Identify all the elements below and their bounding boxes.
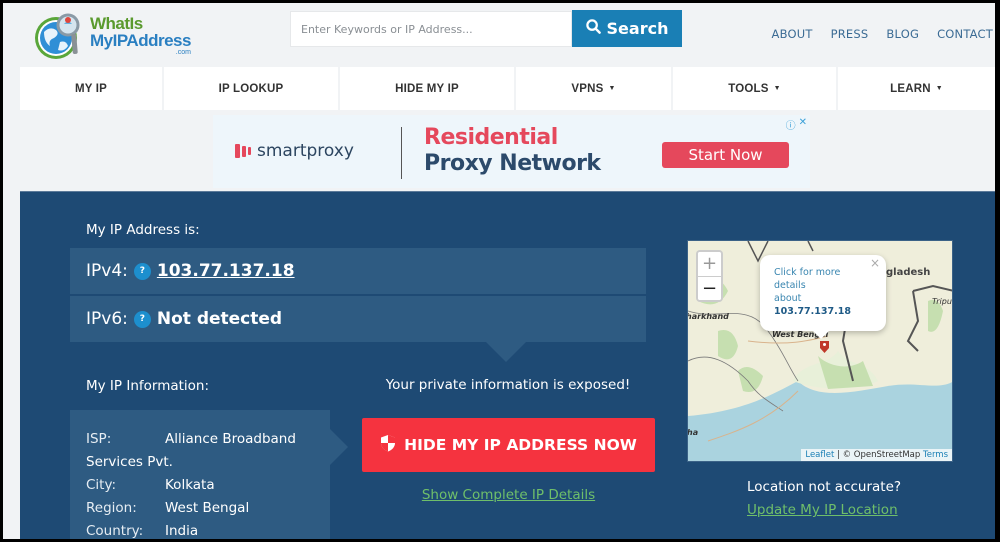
nav-ip-lookup[interactable]: IP LOOKUP	[164, 67, 338, 110]
top-links: ABOUT PRESS BLOG CONTACT	[772, 27, 993, 41]
info-key: Region:	[86, 500, 137, 516]
help-icon[interactable]: ?	[133, 262, 151, 280]
map-zoom-out-button[interactable]: −	[698, 276, 721, 300]
popup-line1: Click for more	[774, 267, 841, 278]
caret-down-icon: ▼	[773, 85, 781, 92]
map-label-bangladesh: gladesh	[886, 267, 930, 278]
logo-line2: MyIPAddress	[90, 30, 191, 50]
terms-link[interactable]: Terms	[923, 450, 948, 460]
ip-info-box: ISP: Alliance Broadband Services Pvt. Cit…	[70, 410, 330, 539]
nav-label: LEARN	[890, 82, 931, 95]
nav-tools[interactable]: TOOLS ▼	[673, 67, 836, 110]
smartproxy-logo-icon	[235, 144, 251, 158]
nav-hide-my-ip[interactable]: HIDE MY IP	[340, 67, 514, 110]
link-blog[interactable]: BLOG	[886, 27, 919, 41]
attribution-separator: | ©	[834, 450, 854, 460]
link-press[interactable]: PRESS	[831, 27, 869, 41]
map-zoom-control: + −	[696, 250, 723, 302]
info-key: ISP:	[86, 431, 112, 447]
location-question: Location not accurate?	[747, 479, 902, 495]
info-value: India	[165, 523, 199, 539]
nav-my-ip[interactable]: MY IP	[20, 67, 162, 110]
ad-close-icon[interactable]: ✕	[799, 117, 807, 132]
ad-headline-2: Proxy Network	[424, 151, 601, 176]
help-icon[interactable]: ?	[133, 310, 151, 328]
popup-line2: details	[774, 280, 806, 291]
site-logo[interactable]: WhatIs MyIPAddress .com	[32, 6, 212, 64]
ad-info-icon[interactable]: ⓘ	[786, 117, 796, 132]
search-button-label: Search	[606, 19, 669, 38]
info-row-isp: ISP: Alliance Broadband Services Pvt.	[86, 428, 314, 474]
ad-divider	[401, 127, 402, 179]
shield-icon	[380, 434, 396, 456]
map-zoom-in-button[interactable]: +	[698, 252, 721, 276]
ad-headline-1: Residential	[424, 125, 558, 150]
ipv4-label: IPv4:	[86, 261, 128, 281]
ip-panel: My IP Address is: IPv4: ? 103.77.137.18 …	[20, 191, 995, 539]
map-attribution: Leaflet | © OpenStreetMap Terms	[801, 449, 952, 461]
map-label-jharkhand: harkhand	[688, 312, 729, 321]
info-row-country: Country: India	[86, 520, 314, 539]
ipv6-value: Not detected	[156, 309, 283, 329]
link-contact[interactable]: CONTACT	[937, 27, 993, 41]
info-value: West Bengal	[165, 500, 250, 516]
caret-down-icon: ▼	[935, 85, 943, 92]
nav-label: MY IP	[74, 82, 108, 95]
globe-magnifier-icon	[32, 8, 86, 62]
popup-close-icon[interactable]: ×	[870, 257, 880, 270]
ip-info-heading: My IP Information:	[86, 378, 210, 394]
search-input[interactable]	[290, 11, 572, 47]
info-pointer-arrow	[330, 429, 348, 465]
nav-label: VPNS	[571, 82, 604, 95]
location-map[interactable]: gladesh harkhand West Bengal Tripu ha + …	[687, 240, 953, 462]
nav-label: TOOLS	[728, 82, 769, 95]
ad-start-now-button[interactable]: Start Now	[662, 142, 789, 168]
map-label-odisha: ha	[688, 428, 698, 437]
ipv4-value[interactable]: 103.77.137.18	[157, 261, 295, 281]
map-popup[interactable]: × Click for more details about 103.77.13…	[760, 255, 886, 331]
map-label-tripura: Tripu	[932, 297, 952, 306]
info-value: Kolkata	[165, 477, 215, 493]
logo-suffix: .com	[175, 48, 191, 56]
ipv6-label: IPv6:	[86, 309, 128, 329]
nav-vpns[interactable]: VPNS ▼	[516, 67, 671, 110]
ip-address-heading: My IP Address is:	[86, 222, 200, 238]
popup-line3: about	[774, 293, 802, 304]
nav-label: IP LOOKUP	[218, 82, 284, 95]
logo-line1: WhatIs	[90, 13, 143, 33]
update-location-link[interactable]: Update My IP Location	[747, 502, 898, 518]
show-complete-details-link[interactable]: Show Complete IP Details	[362, 487, 655, 503]
caret-down-icon: ▼	[608, 85, 616, 92]
pointer-arrow	[484, 340, 528, 362]
info-key: Country:	[86, 523, 144, 539]
ipv6-row: IPv6: ? Not detected	[70, 296, 646, 342]
ad-brand: smartproxy	[235, 141, 354, 161]
hide-my-ip-button[interactable]: HIDE MY IP ADDRESS NOW	[362, 418, 655, 472]
leaflet-link[interactable]: Leaflet	[805, 450, 834, 460]
main-nav: MY IP IP LOOKUP HIDE MY IP VPNS ▼ TOOLS ▼ …	[20, 67, 995, 110]
info-row-region: Region: West Bengal	[86, 497, 314, 520]
exposed-warning: Your private information is exposed!	[385, 377, 631, 393]
search-button[interactable]: Search	[572, 10, 682, 47]
ipv4-row: IPv4: ? 103.77.137.18	[70, 248, 646, 294]
ad-brand-name: smartproxy	[257, 141, 354, 161]
nav-label: HIDE MY IP	[395, 82, 459, 95]
search-icon	[585, 19, 601, 38]
popup-tip	[812, 330, 830, 339]
osm-credit: OpenStreetMap	[853, 450, 921, 460]
ad-controls: ⓘ ✕	[786, 117, 807, 132]
info-key: City:	[86, 477, 117, 493]
link-about[interactable]: ABOUT	[772, 27, 813, 41]
popup-ip[interactable]: 103.77.137.18	[774, 306, 851, 317]
info-row-city: City: Kolkata	[86, 474, 314, 497]
hide-my-ip-label: HIDE MY IP ADDRESS NOW	[404, 436, 637, 454]
ad-banner[interactable]: smartproxy Residential Proxy Network Sta…	[213, 115, 810, 188]
nav-learn[interactable]: LEARN ▼	[838, 67, 995, 110]
page: WhatIs MyIPAddress .com Search ABOUT PRE…	[3, 3, 995, 539]
